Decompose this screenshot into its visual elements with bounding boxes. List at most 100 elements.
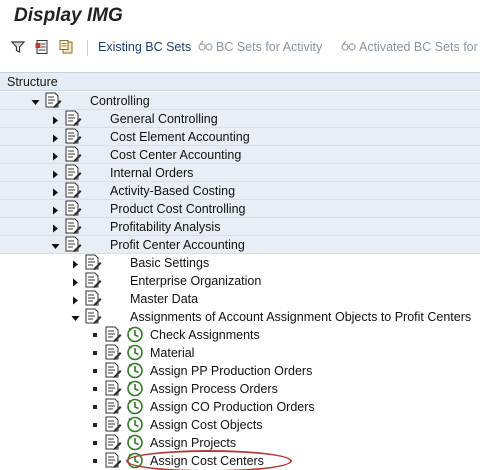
documentation-icon[interactable] (64, 146, 82, 163)
tree-node-label[interactable]: Product Cost Controlling (110, 202, 245, 216)
collapsed-arrow-icon[interactable] (51, 204, 60, 215)
tree-row[interactable]: Master Data (0, 290, 480, 308)
documentation-icon[interactable] (84, 290, 102, 307)
documentation-icon[interactable] (84, 308, 102, 325)
filter-icon[interactable] (10, 39, 26, 55)
execute-activity-icon[interactable] (126, 380, 144, 397)
expanded-arrow-icon[interactable] (51, 240, 60, 249)
documentation-icon[interactable] (84, 254, 102, 271)
tree-node-label[interactable]: Basic Settings (130, 256, 209, 270)
bullet-icon (93, 405, 97, 409)
tree-row[interactable]: General Controlling (0, 110, 480, 128)
tree-node-label[interactable]: General Controlling (110, 112, 218, 126)
tree-row[interactable]: Enterprise Organization (0, 272, 480, 290)
documentation-icon[interactable] (64, 236, 82, 253)
documentation-icon[interactable] (104, 416, 122, 433)
tree-node-label[interactable]: Check Assignments (150, 328, 260, 342)
documentation-icon[interactable] (64, 164, 82, 181)
tree-node-label[interactable]: Cost Element Accounting (110, 130, 250, 144)
release-notes-icon[interactable] (58, 39, 74, 55)
documentation-icon[interactable] (104, 398, 122, 415)
tree-row[interactable]: Assign Projects (0, 434, 480, 452)
tree-node-label[interactable]: Profit Center Accounting (110, 238, 245, 252)
collapsed-arrow-icon[interactable] (51, 150, 60, 161)
tree-row[interactable]: Profit Center Accounting (0, 236, 480, 254)
window-title: Display IMG (14, 5, 123, 26)
documentation-icon[interactable] (104, 380, 122, 397)
bc-sets-for-activity-button[interactable]: BC Sets for Activity (198, 40, 322, 54)
documentation-icon[interactable] (34, 39, 50, 55)
documentation-icon[interactable] (104, 326, 122, 343)
tree-row[interactable]: Assign Process Orders (0, 380, 480, 398)
documentation-icon[interactable] (104, 362, 122, 379)
execute-activity-icon[interactable] (126, 344, 144, 361)
tree-row[interactable]: Cost Center Accounting (0, 146, 480, 164)
documentation-icon[interactable] (84, 272, 102, 289)
tree-node-label[interactable]: Assign Process Orders (150, 382, 278, 396)
glasses-icon (341, 40, 357, 52)
tree-node-label[interactable]: Activity-Based Costing (110, 184, 235, 198)
documentation-icon[interactable] (64, 128, 82, 145)
collapsed-arrow-icon[interactable] (51, 168, 60, 179)
glasses-icon (198, 40, 214, 52)
collapsed-arrow-icon[interactable] (51, 114, 60, 125)
documentation-icon[interactable] (104, 434, 122, 451)
activated-bc-sets-button[interactable]: Activated BC Sets for (341, 40, 478, 54)
tree-node-label[interactable]: Assign PP Production Orders (150, 364, 312, 378)
tree-node-label[interactable]: Master Data (130, 292, 198, 306)
tree-row[interactable]: Assignments of Account Assignment Object… (0, 308, 480, 326)
execute-activity-icon[interactable] (126, 326, 144, 343)
collapsed-arrow-icon[interactable] (51, 222, 60, 233)
tree-row[interactable]: Basic Settings (0, 254, 480, 272)
tree-row[interactable]: Cost Element Accounting (0, 128, 480, 146)
tree-node-label[interactable]: Assign Projects (150, 436, 236, 450)
tree-node-label[interactable]: Material (150, 346, 194, 360)
activated-bc-sets-label: Activated BC Sets for (359, 40, 478, 54)
bullet-icon (93, 423, 97, 427)
tree-row[interactable]: Profitability Analysis (0, 218, 480, 236)
bc-sets-for-activity-label: BC Sets for Activity (216, 40, 323, 54)
documentation-icon[interactable] (64, 200, 82, 217)
expanded-arrow-icon[interactable] (31, 96, 40, 105)
collapsed-arrow-icon[interactable] (71, 276, 80, 287)
tree-row[interactable]: Material (0, 344, 480, 362)
tree-row[interactable]: Assign Cost Objects (0, 416, 480, 434)
documentation-icon[interactable] (104, 344, 122, 361)
tree-column-header: Structure (0, 72, 480, 91)
collapsed-arrow-icon[interactable] (51, 132, 60, 143)
existing-bc-sets-button[interactable]: Existing BC Sets (98, 40, 191, 54)
execute-activity-icon[interactable] (126, 434, 144, 451)
existing-bc-sets-label: Existing BC Sets (98, 40, 192, 54)
execute-activity-icon[interactable] (126, 416, 144, 433)
execute-activity-icon[interactable] (126, 398, 144, 415)
collapsed-arrow-icon[interactable] (71, 258, 80, 269)
img-structure-tree: Structure Controlling General Controlling… (0, 72, 480, 470)
documentation-icon[interactable] (64, 182, 82, 199)
tree-row[interactable]: Check Assignments (0, 326, 480, 344)
tree-row[interactable]: Internal Orders (0, 164, 480, 182)
tree-node-label[interactable]: Assign Cost Objects (150, 418, 263, 432)
collapsed-arrow-icon[interactable] (51, 186, 60, 197)
documentation-icon[interactable] (44, 92, 62, 109)
tree-node-label[interactable]: Assignments of Account Assignment Object… (130, 310, 471, 324)
documentation-icon[interactable] (64, 218, 82, 235)
application-toolbar: Existing BC Sets BC Sets for Activity Ac… (0, 34, 480, 64)
tree-row[interactable]: Activity-Based Costing (0, 182, 480, 200)
tree-row[interactable]: Controlling (0, 92, 480, 110)
tree-node-label[interactable]: Internal Orders (110, 166, 193, 180)
tree-node-label[interactable]: Profitability Analysis (110, 220, 220, 234)
tree-node-label[interactable]: Assign CO Production Orders (150, 400, 315, 414)
tree-row[interactable]: Assign CO Production Orders (0, 398, 480, 416)
documentation-icon[interactable] (104, 452, 122, 469)
documentation-icon[interactable] (64, 110, 82, 127)
tree-row[interactable]: Product Cost Controlling (0, 200, 480, 218)
bullet-icon (93, 441, 97, 445)
expanded-arrow-icon[interactable] (71, 312, 80, 321)
tree-node-label[interactable]: Controlling (90, 94, 150, 108)
collapsed-arrow-icon[interactable] (71, 294, 80, 305)
tree-row[interactable]: Assign PP Production Orders (0, 362, 480, 380)
highlight-ring (126, 450, 292, 470)
tree-node-label[interactable]: Cost Center Accounting (110, 148, 241, 162)
tree-node-label[interactable]: Enterprise Organization (130, 274, 261, 288)
execute-activity-icon[interactable] (126, 362, 144, 379)
